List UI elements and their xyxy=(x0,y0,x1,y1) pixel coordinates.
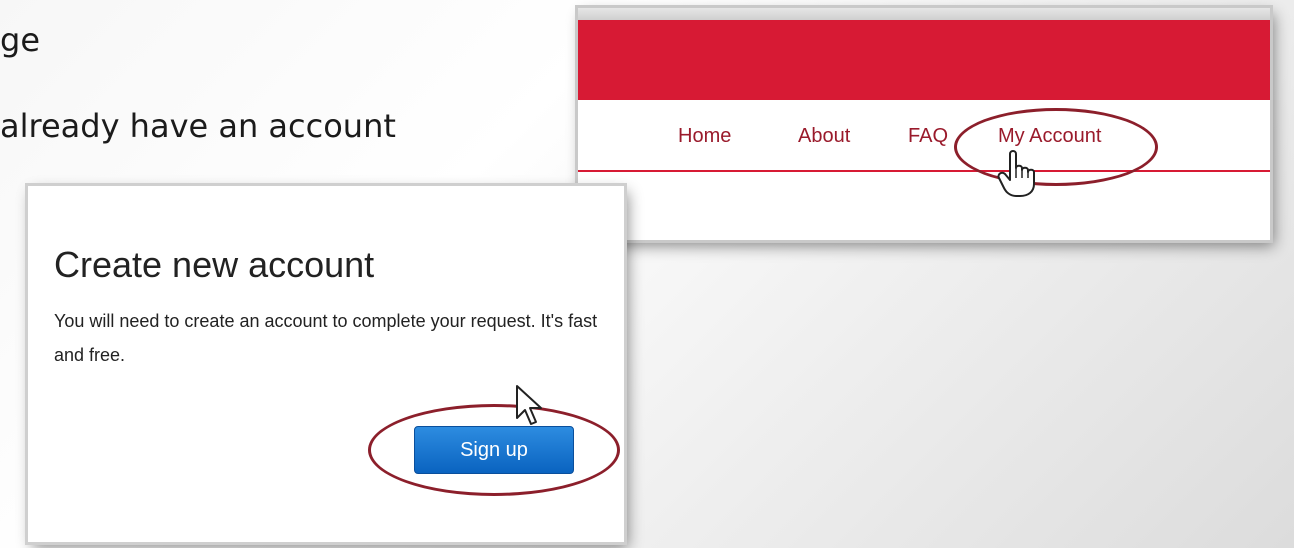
nav-link-about[interactable]: About xyxy=(798,125,850,148)
screenshot-top-edge xyxy=(578,8,1270,20)
sign-up-button[interactable]: Sign up xyxy=(414,426,574,474)
create-account-screenshot: Create new account You will need to crea… xyxy=(28,186,624,542)
slide-text-line2: already have an account xyxy=(0,107,396,145)
slide-text-line1: ge xyxy=(0,21,40,59)
nav-link-faq[interactable]: FAQ xyxy=(908,125,948,148)
arrow-pointer-icon xyxy=(516,385,542,425)
nav-bar: Home About FAQ My Account xyxy=(578,100,1270,172)
hand-pointer-icon xyxy=(997,150,1035,197)
nav-screenshot: Home About FAQ My Account xyxy=(578,8,1270,240)
create-account-description: You will need to create an account to co… xyxy=(54,311,598,365)
header-red-bar xyxy=(578,20,1270,100)
create-account-title: Create new account xyxy=(54,244,375,285)
nav-link-home[interactable]: Home xyxy=(678,125,731,148)
nav-link-my-account[interactable]: My Account xyxy=(998,125,1101,148)
